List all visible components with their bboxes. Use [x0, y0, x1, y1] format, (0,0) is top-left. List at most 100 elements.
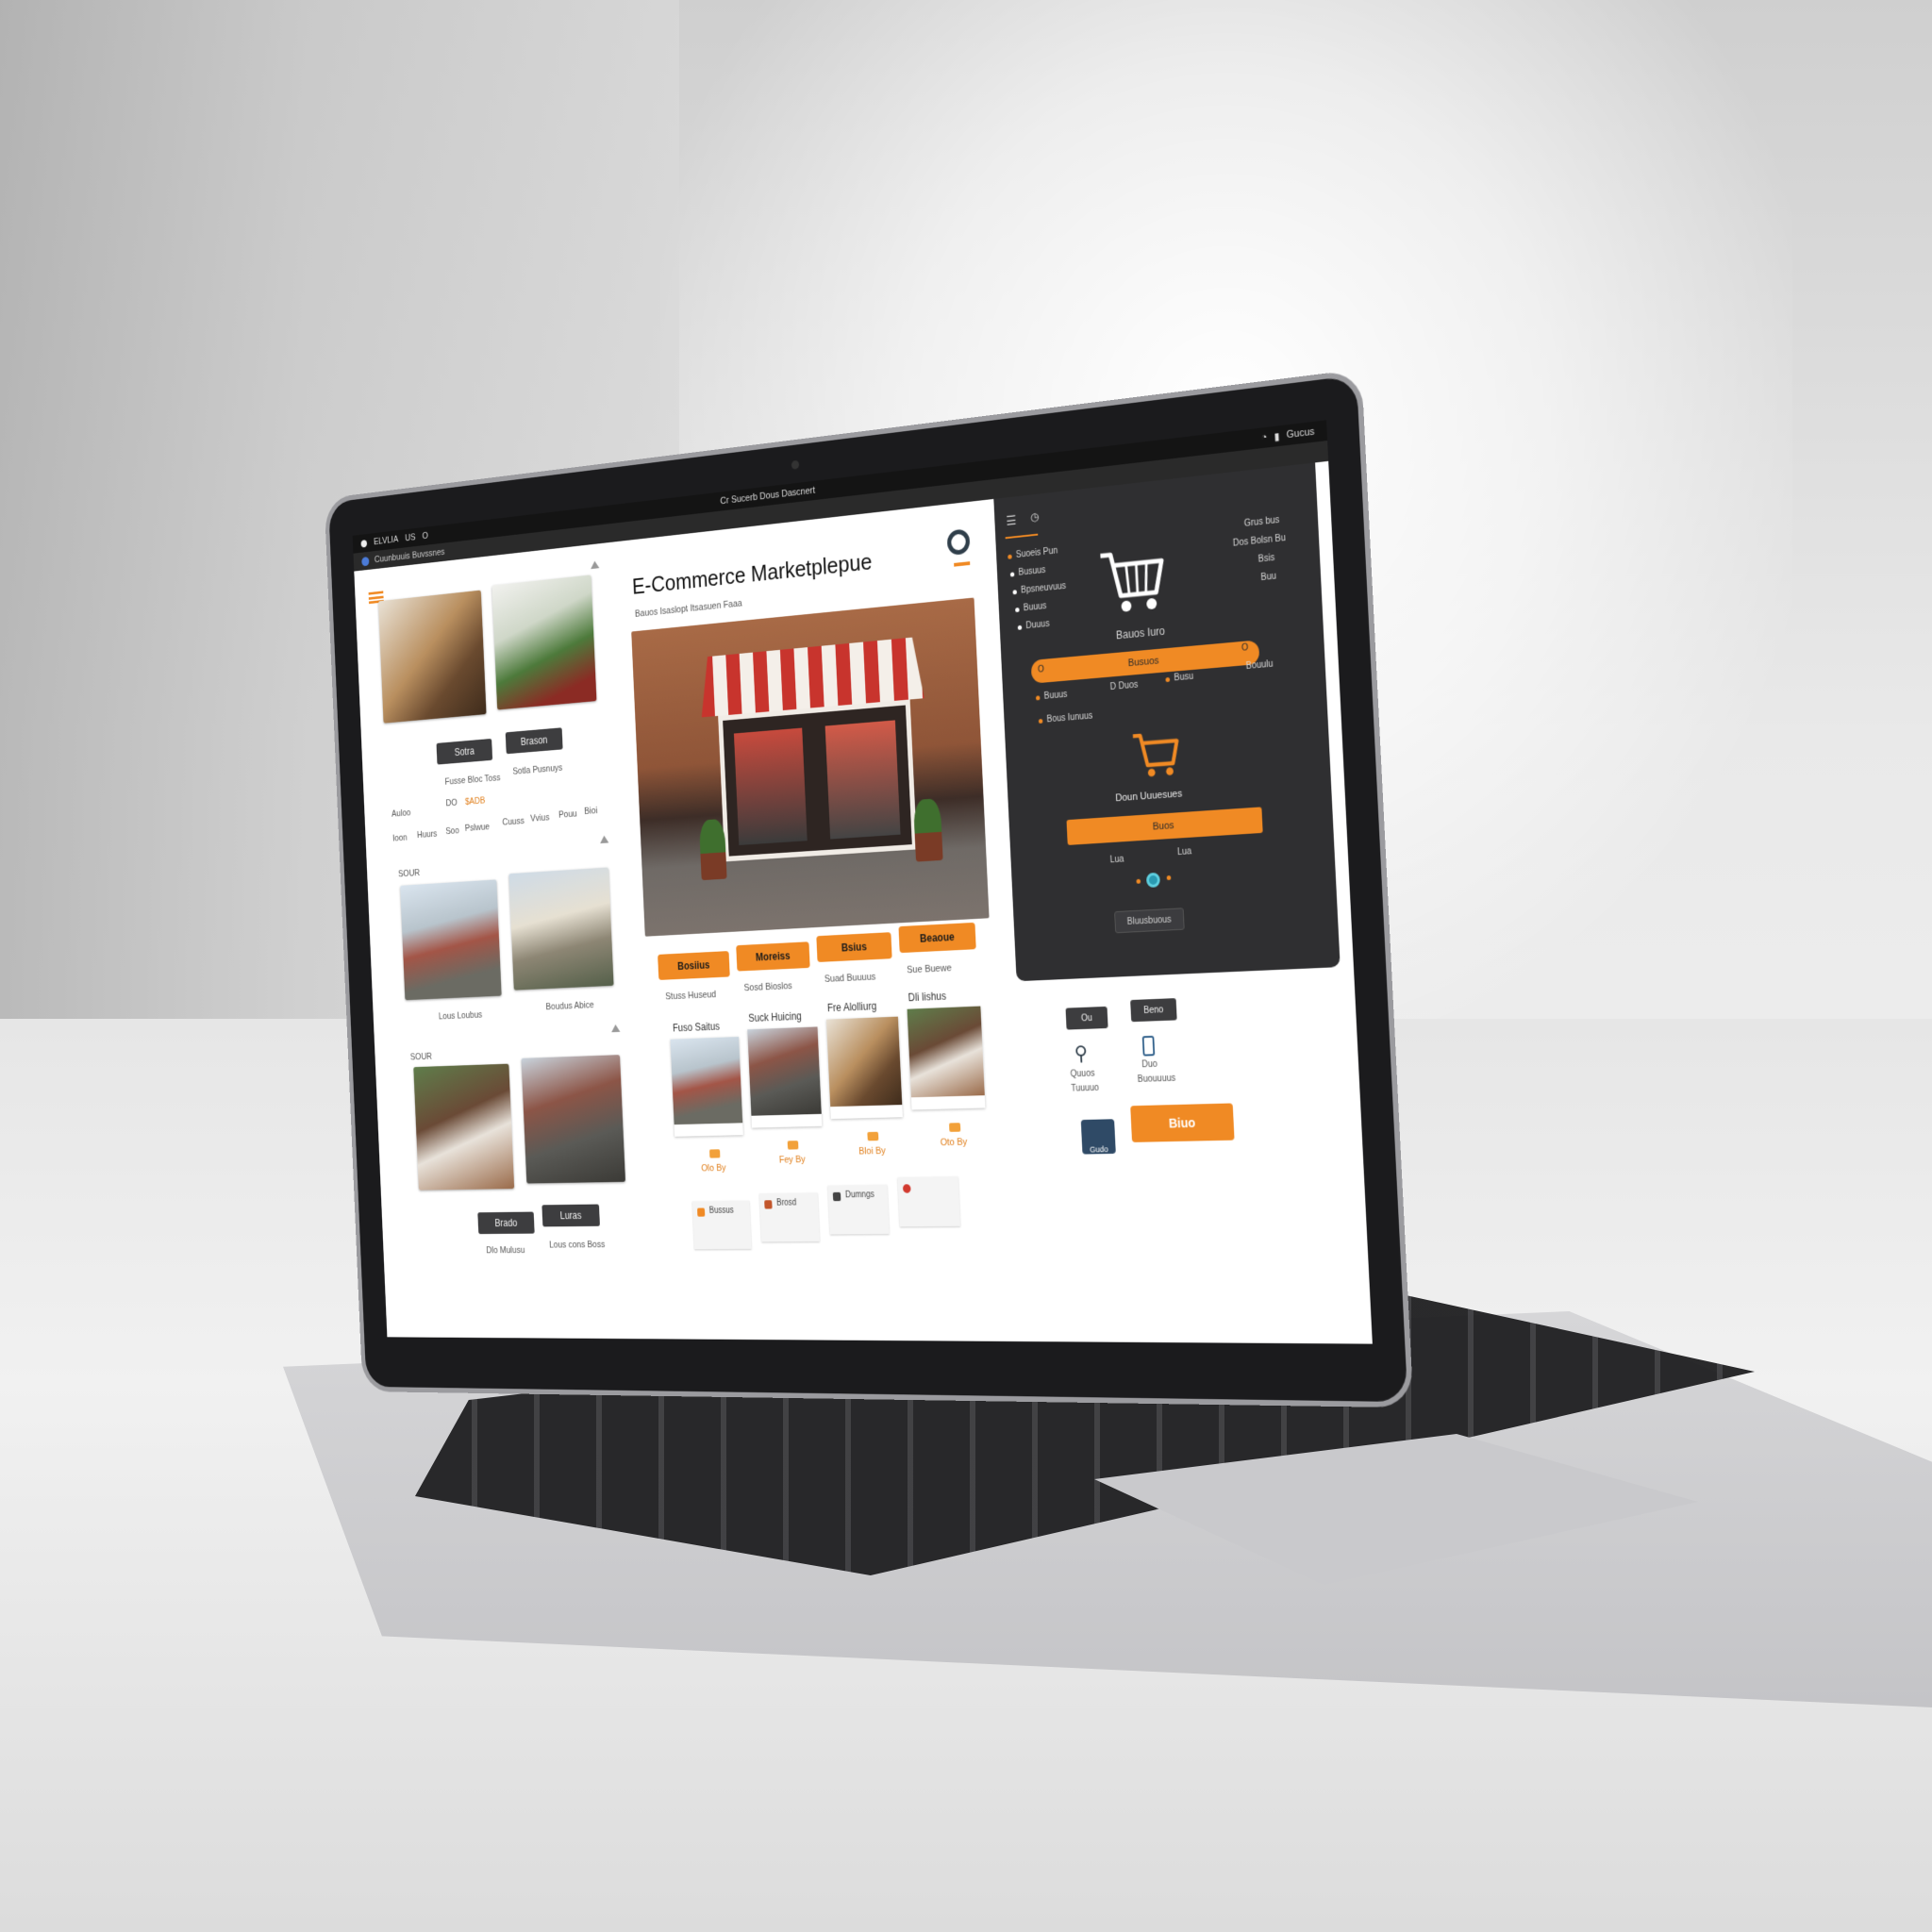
page-subtitle: Bauos Isaslopt Itsasuen Faaa: [634, 598, 742, 620]
gallery-photo-interior[interactable]: [377, 590, 487, 724]
panel-right-item-2[interactable]: Dos Bolsn Bu: [1233, 533, 1286, 549]
gallery-button-2[interactable]: Brason: [505, 727, 563, 755]
hero-storefront-image[interactable]: [631, 597, 990, 937]
panel-right-item-1[interactable]: Grus bus: [1244, 515, 1280, 529]
avatar-label: Gudo: [1089, 1144, 1108, 1155]
wifi-icon[interactable]: ◔: [1261, 432, 1268, 443]
search-icon[interactable]: ⚲: [1074, 1041, 1088, 1065]
account-button[interactable]: Bluusbuous: [1114, 908, 1185, 934]
gallery-button-1[interactable]: Sotra: [436, 738, 493, 765]
footer-link-b[interactable]: Lua: [1177, 846, 1192, 858]
panel-menu-item-2[interactable]: Busuus: [1018, 565, 1045, 577]
hero-plant-left: [698, 818, 727, 881]
product-card-3[interactable]: [825, 1016, 903, 1120]
product-buy-4[interactable]: Oto By: [941, 1137, 968, 1148]
section-2-button-1[interactable]: Brado: [477, 1211, 535, 1235]
laptop-screen: ELVLIA US O Cr Sucerb Dous Dascnert ◔ ▮ …: [352, 420, 1373, 1344]
panel-right-item-3[interactable]: Bsis: [1257, 553, 1274, 565]
filter-5[interactable]: Cuuss: [502, 816, 525, 827]
mini-tile-label-3: Dumngs: [844, 1190, 875, 1201]
apple-menu-icon[interactable]: [360, 539, 368, 548]
menu-bullet: [1015, 607, 1020, 613]
category-button-3[interactable]: Bsius: [816, 932, 892, 962]
section-2-collapse-icon[interactable]: [610, 1024, 621, 1033]
lower-button-1[interactable]: Ou: [1065, 1006, 1108, 1030]
carousel-dot-active[interactable]: [1145, 872, 1160, 889]
profile-icon[interactable]: [946, 528, 971, 557]
section-2-photo-1[interactable]: [413, 1063, 515, 1191]
mini-tile-2[interactable]: Brosd: [759, 1192, 820, 1242]
user-icon[interactable]: [1141, 1035, 1156, 1057]
section-1-photo-1[interactable]: [400, 879, 502, 1001]
buy-tag-icon: [867, 1131, 879, 1141]
avatar[interactable]: Gudo: [1080, 1119, 1116, 1155]
panel-menu-icon[interactable]: ☰: [1006, 512, 1017, 528]
category-caption-3: Suad Buuuus: [824, 972, 876, 985]
category-button-2[interactable]: Moreiss: [736, 941, 810, 972]
footer-link-a[interactable]: Lua: [1109, 855, 1124, 865]
stat-bullet: [1165, 676, 1171, 683]
category-button-4[interactable]: Beaoue: [898, 922, 976, 954]
panel-menu-item-1[interactable]: Suoeis Pun: [1016, 546, 1058, 560]
category-caption-1: Stuss Huseud: [665, 989, 717, 1003]
left-column: Sotra Brason Fusse Bloc Toss Sotla Pusnu…: [354, 541, 655, 1340]
panel-clock-icon[interactable]: ◷: [1030, 510, 1040, 524]
laptop-lid: ELVLIA US O Cr Sucerb Dous Dascnert ◔ ▮ …: [328, 375, 1408, 1403]
product-buy-1[interactable]: Olo By: [701, 1163, 726, 1174]
filter-6[interactable]: Vvius: [530, 812, 550, 824]
filter-1[interactable]: Ioon: [392, 833, 408, 843]
cart-label: Bauos Iuro: [1115, 625, 1166, 642]
orange-cart-icon: [1129, 726, 1183, 777]
mini-tile-1[interactable]: Bussus: [691, 1200, 752, 1250]
carousel-dot[interactable]: [1166, 874, 1172, 881]
menu-item-o[interactable]: O: [422, 531, 428, 541]
progress-end-marker: O: [1241, 642, 1249, 654]
progress-bar[interactable]: Busuos: [1030, 640, 1260, 684]
panel-menu-item-5[interactable]: Duuus: [1025, 619, 1050, 631]
cta-button[interactable]: Biuo: [1130, 1103, 1235, 1142]
product-buy-2[interactable]: Fey By: [779, 1155, 806, 1166]
menu-app-name[interactable]: ELVLIA: [374, 534, 399, 546]
carousel-dot[interactable]: [1136, 878, 1141, 884]
menu-status-area: ◔ ▮ Gucus: [1261, 425, 1315, 443]
menu-bullet: [1017, 625, 1023, 630]
category-caption-2: Sosd Bioslos: [743, 980, 793, 994]
filter-2[interactable]: Huurs: [417, 829, 438, 841]
section-2-button-2[interactable]: Luras: [541, 1204, 600, 1227]
shopping-cart-icon: [1095, 540, 1170, 612]
filter-4[interactable]: Pslwue: [465, 822, 491, 833]
battery-icon[interactable]: ▮: [1274, 430, 1279, 442]
section-2-photo-2[interactable]: [521, 1055, 626, 1184]
gallery-photo-plant[interactable]: [491, 575, 597, 710]
product-card-4[interactable]: [907, 1006, 986, 1110]
section-2-caption-1: Dlo Mulusu: [486, 1245, 525, 1256]
panel-right-item-4[interactable]: Buu: [1260, 572, 1276, 583]
product-image-4: [907, 1006, 985, 1098]
filter-3[interactable]: Soo: [445, 825, 459, 836]
section-1-collapse-icon[interactable]: [599, 835, 609, 844]
filter-7[interactable]: Pouu: [558, 808, 577, 820]
cart-panel: ☰ ◷ Suoeis Pun Busuus Bpsneuvuus Buuus D…: [993, 462, 1341, 982]
checkout-button[interactable]: Buos: [1066, 807, 1263, 845]
panel-menu-item-4[interactable]: Buuus: [1024, 601, 1047, 613]
product-buy-3[interactable]: Bloi By: [858, 1146, 886, 1158]
panel-menu-item-3[interactable]: Bpsneuvuus: [1021, 581, 1066, 595]
mini-tile-label-1: Bussus: [708, 1206, 734, 1216]
stat-1: Buuus: [1043, 690, 1068, 702]
page-title: E-Commerce Marketplepue: [631, 547, 873, 600]
section-2-caption-2: Lous cons Boss: [549, 1240, 606, 1251]
mini-tile-4[interactable]: [897, 1175, 960, 1227]
progress-label: Busuos: [1127, 655, 1159, 670]
lower-button-2[interactable]: Beno: [1130, 998, 1177, 1023]
product-card-2[interactable]: [747, 1026, 823, 1128]
product-title-2: Suck Huicing: [748, 1009, 802, 1024]
menu-bullet: [1009, 572, 1015, 577]
mini-tile-3[interactable]: Dumngs: [827, 1184, 890, 1235]
category-button-1[interactable]: Bosiius: [658, 951, 730, 980]
menu-item-us[interactable]: US: [405, 532, 415, 543]
product-card-1[interactable]: [670, 1036, 743, 1137]
section-1-photo-2[interactable]: [508, 867, 614, 991]
filter-8[interactable]: Bioi: [584, 806, 597, 817]
panel-tab-indicator: [1005, 533, 1039, 540]
collapse-arrow-icon[interactable]: [590, 560, 600, 570]
